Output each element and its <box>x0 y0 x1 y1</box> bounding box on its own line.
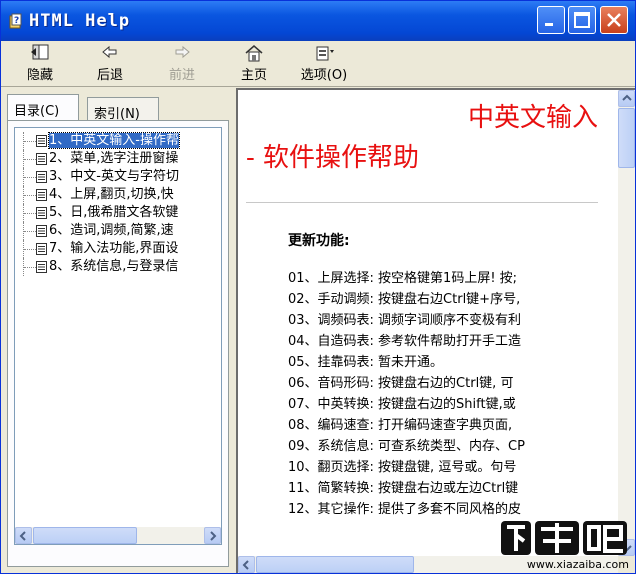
minimize-button[interactable] <box>537 6 565 34</box>
hide-pane-icon <box>31 44 49 60</box>
chevron-right-icon <box>210 531 217 541</box>
feature-line: 09、系统信息: 可查系统类型、内存、CP <box>288 439 525 454</box>
tree-connector-line <box>24 249 36 250</box>
forward-arrow-icon <box>175 45 190 59</box>
feature-line: 07、中英转换: 按键盘右边的Shift键,或 <box>288 397 516 412</box>
contents-tree[interactable]: 1、中英文输入-操作帮 2、菜单,选字注册窗操 3、中文-英文与字符切 4、上屏,翻页… <box>14 127 222 545</box>
content-scroll-left-button[interactable] <box>238 556 255 573</box>
feature-line: 06、音码形码: 按键盘右边的Ctrl键, 可 <box>288 376 514 391</box>
topic-page-icon <box>36 261 47 273</box>
help-book-icon: ? <box>9 13 22 29</box>
tree-item[interactable]: 4、上屏,翻页,切换,快 <box>19 186 221 204</box>
topic-page-icon <box>36 225 47 237</box>
features-subheading: 更新功能: <box>288 233 350 249</box>
tree-list: 1、中英文输入-操作帮 2、菜单,选字注册窗操 3、中文-英文与字符切 4、上屏,翻页… <box>19 132 221 276</box>
tree-item[interactable]: 7、输入法功能,界面设 <box>19 240 221 258</box>
tree-hscroll-thumb[interactable] <box>33 527 137 544</box>
chevron-left-icon <box>242 560 249 570</box>
minimize-icon <box>545 23 553 26</box>
options-button[interactable]: 选项(O) <box>295 43 353 85</box>
home-icon <box>245 45 263 62</box>
toolbar: 隐藏 后退 前进 主页 选项(O) <box>1 41 635 87</box>
tree-connector-line <box>24 195 36 196</box>
tree-horizontal-scrollbar[interactable] <box>15 527 221 544</box>
forward-button[interactable]: 前进 <box>159 43 205 85</box>
home-button[interactable]: 主页 <box>233 43 275 85</box>
tree-item-label: 3、中文-英文与字符切 <box>49 169 179 184</box>
xiazaiba-logo-icon <box>501 521 627 555</box>
title-bar[interactable]: ? HTML Help <box>1 1 635 41</box>
topic-page-icon <box>36 243 47 255</box>
options-label: 选项(O) <box>300 68 348 83</box>
home-label: 主页 <box>240 68 267 83</box>
topic-heading: 中英文输入 - 软件操作帮助 <box>246 98 598 178</box>
feature-line: 10、翻页选择: 按键盘键, 逗号或。句号 <box>288 460 517 475</box>
tree-connector-line <box>24 267 36 268</box>
tree-item-label: 7、输入法功能,界面设 <box>49 241 179 256</box>
tree-item-label: 6、造词,调频,简繁,速 <box>49 223 174 238</box>
feature-line: 03、调频码表: 调频字词顺序不变极有利 <box>288 313 522 328</box>
tree-connector-line <box>24 141 36 142</box>
chevron-up-icon <box>622 94 632 101</box>
topic-heading-line1: 中英文输入 <box>467 103 598 133</box>
contents-panel: 1、中英文输入-操作帮 2、菜单,选字注册窗操 3、中文-英文与字符切 4、上屏,翻页… <box>7 120 229 567</box>
content-hscroll-thumb[interactable] <box>256 556 414 573</box>
tree-item[interactable]: 8、系统信息,与登录信 <box>19 258 221 276</box>
back-arrow-icon <box>102 45 117 59</box>
close-icon <box>607 13 621 27</box>
html-help-window: ? HTML Help 隐藏 后退 前进 主页 选项(O) 目录(C) 索引(N… <box>0 0 636 574</box>
topic-page-icon <box>36 171 47 183</box>
close-button[interactable] <box>600 6 628 34</box>
scroll-up-button[interactable] <box>618 90 635 107</box>
site-watermark: www.xiazaiba.com <box>499 513 629 573</box>
tree-item-label: 4、上屏,翻页,切换,快 <box>49 187 174 202</box>
tree-connector-line <box>24 231 36 232</box>
tree-item[interactable]: 2、菜单,选字注册窗操 <box>19 150 221 168</box>
content-vertical-scrollbar[interactable] <box>618 90 635 556</box>
tab-index[interactable]: 索引(N) <box>87 97 159 122</box>
topic-page-icon <box>36 153 47 165</box>
maximize-button[interactable] <box>568 6 596 34</box>
tree-item-label: 8、系统信息,与登录信 <box>49 259 179 274</box>
navigation-pane: 目录(C) 索引(N) 1、中英文输入-操作帮 2、菜单,选字注册窗操 3、中文-英… <box>1 88 233 573</box>
hide-label: 隐藏 <box>26 68 53 83</box>
feature-line: 02、手动调频: 按键盘右边Ctrl键+序号, <box>288 292 521 307</box>
scroll-left-button[interactable] <box>15 527 32 544</box>
tree-item-label: 5、日,俄希腊文各软键 <box>49 205 179 220</box>
topic-page-icon <box>36 207 47 219</box>
tree-item-label: 1、中英文输入-操作帮 <box>48 132 180 149</box>
features-list: 01、上屏选择: 按空格键第1码上屏! 按; 02、手动调频: 按键盘右边Ctrl… <box>288 268 635 520</box>
svg-text:?: ? <box>14 16 19 26</box>
watermark-url: www.xiazaiba.com <box>526 558 629 571</box>
feature-line: 01、上屏选择: 按空格键第1码上屏! 按; <box>288 271 518 286</box>
maximize-icon <box>574 12 590 28</box>
hide-button[interactable]: 隐藏 <box>19 43 61 85</box>
window-title: HTML Help <box>29 11 131 31</box>
tree-connector-line <box>24 177 36 178</box>
feature-line: 11、简繁转换: 按键盘右边或左边Ctrl键 <box>288 481 519 496</box>
feature-line: 05、挂靠码表: 暂未开通。 <box>288 355 444 370</box>
tab-contents[interactable]: 目录(C) <box>7 94 79 120</box>
content-vscroll-thumb[interactable] <box>618 108 635 168</box>
back-label: 后退 <box>96 68 123 83</box>
tree-item[interactable]: 5、日,俄希腊文各软键 <box>19 204 221 222</box>
scroll-right-button[interactable] <box>204 527 221 544</box>
topic-content-pane: 中英文输入 - 软件操作帮助 更新功能: 01、上屏选择: 按空格键第1码上屏!… <box>236 88 635 573</box>
back-button[interactable]: 后退 <box>89 43 131 85</box>
chevron-left-icon <box>19 531 26 541</box>
forward-label: 前进 <box>168 68 195 83</box>
tree-connector-line <box>24 213 36 214</box>
tree-item[interactable]: 3、中文-英文与字符切 <box>19 168 221 186</box>
topic-page-icon <box>36 189 47 201</box>
topic-heading-line2: - 软件操作帮助 <box>246 143 420 173</box>
topic-page-icon <box>36 135 47 147</box>
tree-item[interactable]: 6、造词,调频,简繁,速 <box>19 222 221 240</box>
tree-item[interactable]: 1、中英文输入-操作帮 <box>19 132 221 150</box>
feature-line: 04、自造码表: 参考软件帮助打开手工造 <box>288 334 522 349</box>
tree-item-label: 2、菜单,选字注册窗操 <box>49 151 179 166</box>
tree-connector-line <box>24 159 36 160</box>
heading-divider <box>246 202 598 203</box>
options-menu-icon <box>316 46 334 61</box>
feature-line: 08、编码速查: 打开编码速查字典页面, <box>288 418 513 433</box>
